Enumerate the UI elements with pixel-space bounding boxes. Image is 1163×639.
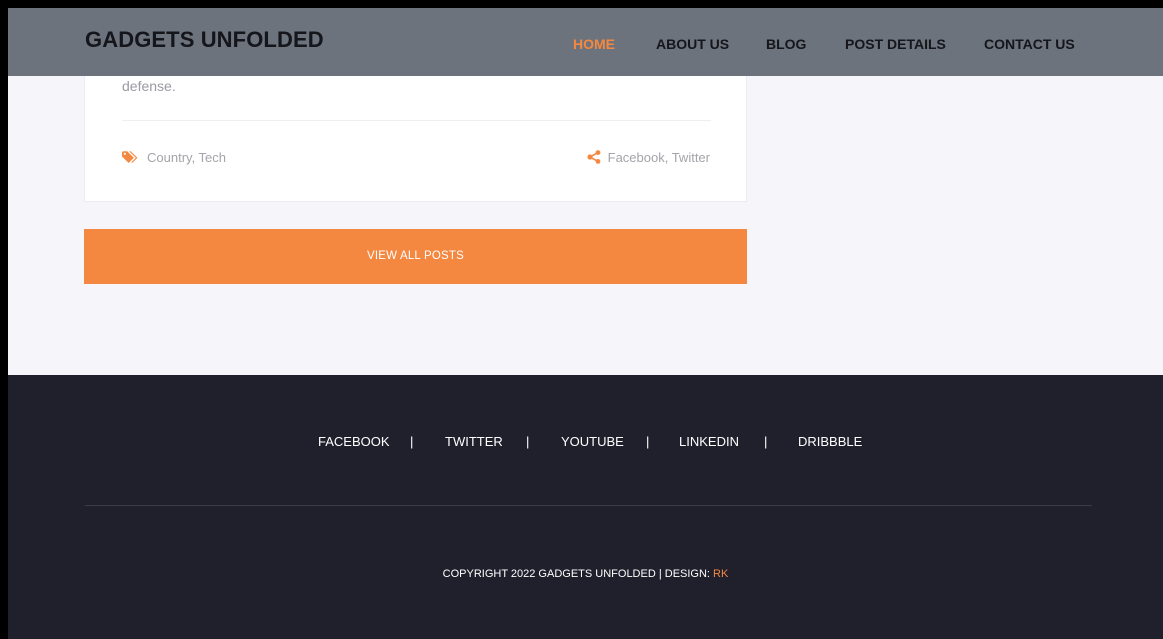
main-nav: HOME ABOUT US BLOG POST DETAILS CONTACT … (8, 36, 1163, 56)
post-divider (122, 120, 711, 121)
post-share-text[interactable]: Facebook, Twitter (608, 150, 710, 165)
tags-icon (122, 150, 139, 164)
post-tags-text[interactable]: Country, Tech (147, 150, 226, 165)
nav-contact-us[interactable]: CONTACT US (984, 36, 1075, 52)
post-excerpt: defense. (122, 78, 176, 94)
footer-divider (85, 505, 1092, 506)
footer: FACEBOOK | TWITTER | YOUTUBE | LINKEDIN … (8, 375, 1163, 639)
social-links: FACEBOOK | TWITTER | YOUTUBE | LINKEDIN … (8, 434, 1163, 454)
view-all-posts-button[interactable]: VIEW ALL POSTS (84, 229, 747, 284)
social-separator: | (646, 434, 650, 449)
post-share: Facebook, Twitter (587, 148, 710, 166)
header: GADGETS UNFOLDED HOME ABOUT US BLOG POST… (8, 8, 1163, 76)
copyright-text: COPYRIGHT 2022 GADGETS UNFOLDED | DESIGN… (442, 568, 714, 580)
social-youtube-link[interactable]: YOUTUBE (561, 434, 624, 449)
copyright: COPYRIGHT 2022 GADGETS UNFOLDED | DESIGN… (8, 568, 1163, 580)
social-twitter-link[interactable]: TWITTER (445, 434, 503, 449)
nav-about-us[interactable]: ABOUT US (656, 36, 729, 52)
social-dribbble-link[interactable]: DRIBBBLE (798, 434, 862, 449)
nav-home[interactable]: HOME (573, 36, 615, 52)
page: defense. Country, Tech Facebook, Twitter… (8, 8, 1163, 639)
post-tags: Country, Tech (122, 148, 226, 166)
nav-blog[interactable]: BLOG (766, 36, 806, 52)
social-separator: | (764, 434, 768, 449)
nav-post-details[interactable]: POST DETAILS (845, 36, 946, 52)
social-facebook-link[interactable]: FACEBOOK (318, 434, 390, 449)
social-linkedin-link[interactable]: LINKEDIN (679, 434, 739, 449)
designer-link[interactable]: RK (713, 568, 728, 580)
share-icon (587, 150, 601, 164)
social-separator: | (410, 434, 414, 449)
social-separator: | (526, 434, 530, 449)
